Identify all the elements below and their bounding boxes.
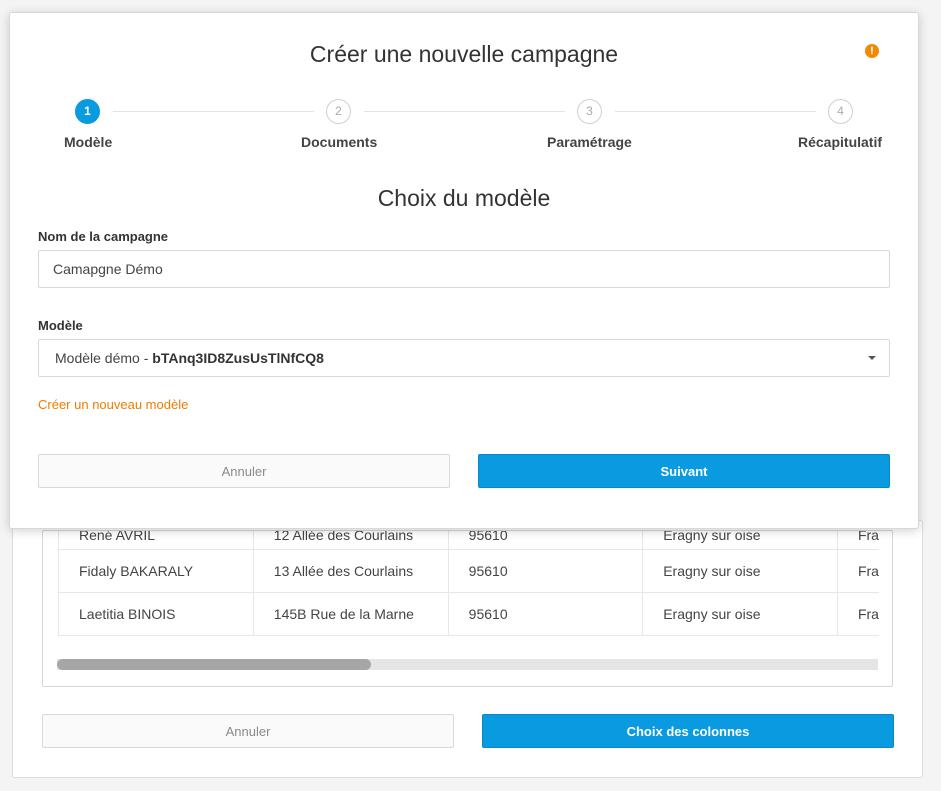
table-cell-country: Fra bbox=[837, 531, 879, 550]
create-new-model-link[interactable]: Créer un nouveau modèle bbox=[38, 397, 188, 412]
table-cell-name: Fidaly BAKARALY bbox=[58, 549, 254, 593]
step-3-label: Paramétrage bbox=[547, 134, 632, 150]
step-3-indicator[interactable]: 3 bbox=[577, 99, 602, 124]
table-cell-postcode: 95610 bbox=[448, 549, 644, 593]
background-cancel-button[interactable]: Annuler bbox=[42, 714, 454, 748]
model-label: Modèle bbox=[38, 318, 83, 333]
section-title: Choix du modèle bbox=[377, 185, 551, 211]
step-4-label: Récapitulatif bbox=[798, 134, 883, 150]
table-row[interactable]: René AVRIL 12 Allée des Courlains 95610 … bbox=[58, 531, 879, 550]
table-cell-country: Fra bbox=[837, 592, 879, 636]
table-row[interactable]: Laetitia BINOIS 145B Rue de la Marne 956… bbox=[58, 592, 879, 636]
table-cell-city: Eragny sur oise bbox=[642, 531, 838, 550]
contacts-table: René AVRIL 12 Allée des Courlains 95610 … bbox=[58, 531, 879, 636]
campaign-name-input[interactable] bbox=[38, 250, 890, 288]
alert-icon[interactable]: ! bbox=[865, 44, 879, 58]
chevron-down-icon bbox=[868, 356, 876, 360]
step-2-label: Documents bbox=[301, 134, 378, 150]
stepper-connector bbox=[364, 111, 565, 112]
model-select[interactable]: Modèle démo - bTAnq3ID8ZusUsTlNfCQ8 bbox=[38, 339, 890, 377]
table-cell-city: Eragny sur oise bbox=[642, 592, 838, 636]
table-cell-address: 145B Rue de la Marne bbox=[253, 592, 449, 636]
table-row[interactable]: Fidaly BAKARALY 13 Allée des Courlains 9… bbox=[58, 549, 879, 593]
step-1-indicator[interactable]: 1 bbox=[75, 99, 100, 124]
step-1-label: Modèle bbox=[64, 134, 113, 150]
table-cell-country: Fra bbox=[837, 549, 879, 593]
table-cell-name: René AVRIL bbox=[58, 531, 254, 550]
next-button[interactable]: Suivant bbox=[478, 454, 890, 488]
step-2-indicator[interactable]: 2 bbox=[326, 99, 351, 124]
campaign-name-label: Nom de la campagne bbox=[38, 229, 169, 244]
stepper-connector bbox=[615, 111, 816, 112]
model-select-id: bTAnq3ID8ZusUsTlNfCQ8 bbox=[152, 350, 324, 366]
horizontal-scrollbar[interactable] bbox=[57, 659, 878, 670]
stepper-connector bbox=[113, 111, 314, 112]
choose-columns-button[interactable]: Choix des colonnes bbox=[482, 714, 894, 748]
table-cell-city: Eragny sur oise bbox=[642, 549, 838, 593]
step-4-indicator[interactable]: 4 bbox=[828, 99, 853, 124]
table-cell-name: Laetitia BINOIS bbox=[58, 592, 254, 636]
modal-title: Créer une nouvelle campagne bbox=[309, 41, 619, 67]
scrollbar-thumb[interactable] bbox=[57, 659, 371, 670]
table-cell-postcode: 95610 bbox=[448, 592, 644, 636]
create-campaign-modal: Créer une nouvelle campagne ! 1 2 3 4 Mo… bbox=[9, 12, 919, 529]
cancel-button[interactable]: Annuler bbox=[38, 454, 450, 488]
model-select-prefix: Modèle démo - bbox=[55, 350, 153, 366]
table-cell-postcode: 95610 bbox=[448, 531, 644, 550]
table-cell-address: 13 Allée des Courlains bbox=[253, 549, 449, 593]
table-cell-address: 12 Allée des Courlains bbox=[253, 531, 449, 550]
